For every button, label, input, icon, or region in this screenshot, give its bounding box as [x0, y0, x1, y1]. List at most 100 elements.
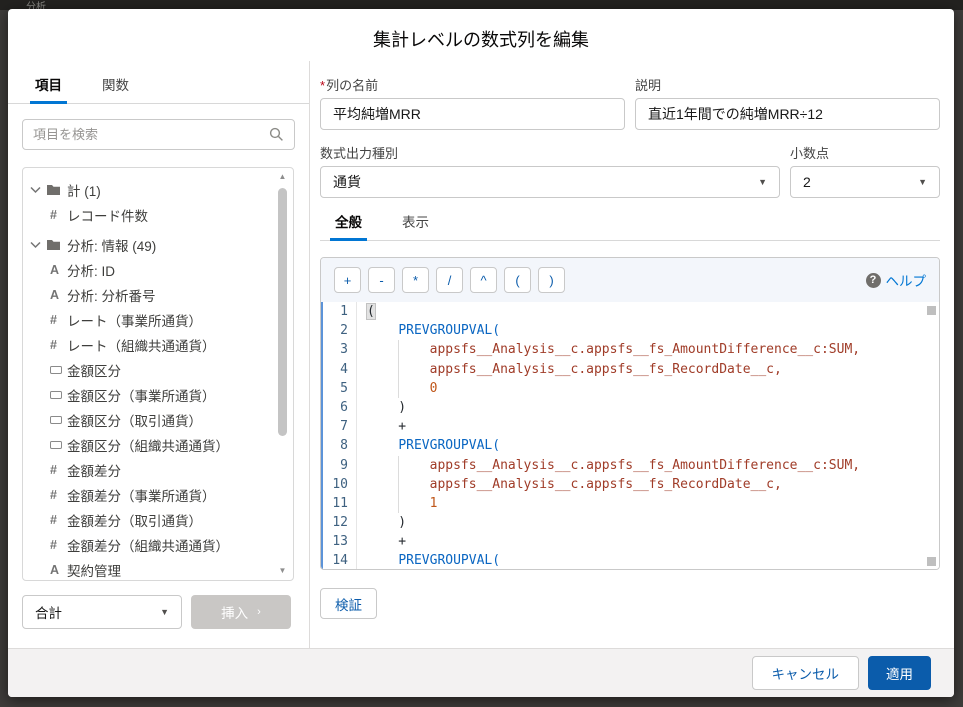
number-field-icon: #: [50, 462, 57, 477]
insert-controls: 合計 ▼ 挿入 ›: [22, 595, 291, 629]
tree-scrollbar-thumb[interactable]: [278, 188, 287, 436]
tree-field-item[interactable]: 金額区分（事業所通貨）: [23, 382, 293, 407]
column-name-input[interactable]: [320, 98, 625, 130]
help-link[interactable]: ? ヘルプ: [865, 270, 926, 290]
edit-formula-column-modal: 集計レベルの数式列を編集 項目 関数 計 (1) # レコード件数分析: 情報 (4…: [8, 9, 954, 697]
modal-header: 集計レベルの数式列を編集: [8, 9, 954, 61]
tree-item-label: 金額差分（組織共通通貨）: [67, 538, 229, 554]
cancel-button[interactable]: キャンセル: [751, 656, 859, 690]
operator-button[interactable]: (: [504, 267, 531, 293]
indent-guide: [398, 378, 400, 398]
chevron-down-icon: ▼: [160, 607, 169, 617]
decimal-label: 小数点: [790, 146, 830, 161]
code-line: 13 +: [321, 532, 939, 552]
line-number: 14: [321, 551, 357, 569]
help-icon: ?: [865, 272, 881, 288]
modal-body: 項目 関数 計 (1) # レコード件数分析: 情報 (49) A 分析: ID A 分析:…: [8, 61, 954, 648]
tree-folder[interactable]: 分析: 情報 (49): [23, 232, 293, 257]
apply-button[interactable]: 適用: [868, 656, 931, 690]
output-type-select[interactable]: 通貨 ▼: [320, 166, 780, 198]
tree-item-label: 分析: 情報 (49): [67, 238, 157, 254]
chevron-down-icon: ▼: [758, 177, 767, 187]
tab-general[interactable]: 全般: [330, 211, 367, 241]
formula-code-area[interactable]: 1(2 PREVGROUPVAL(3 appsfs__Analysis__c.a…: [321, 302, 939, 569]
tree-item-label: 契約管理: [67, 563, 121, 579]
field-search-input[interactable]: [33, 127, 269, 142]
column-name-label: *列の名前: [320, 78, 379, 93]
chevron-right-icon: ›: [257, 606, 261, 618]
tree-field-item[interactable]: 金額区分: [23, 357, 293, 382]
description-field: 説明: [635, 75, 940, 130]
tree-item-label: 金額区分（取引通貨）: [67, 413, 202, 429]
line-number: 8: [321, 436, 357, 456]
picklist-field-icon: [50, 415, 62, 424]
insert-button-label: 挿入: [221, 606, 249, 621]
tree-item-label: 計 (1): [67, 183, 101, 199]
tree-field-item[interactable]: # レート（事業所通貨）: [23, 307, 293, 332]
tree-field-item[interactable]: # レコード件数: [23, 202, 293, 227]
tree-item-label: 分析: ID: [67, 263, 116, 279]
output-type-label: 数式出力種別: [320, 146, 399, 161]
decimal-value: 2: [803, 174, 811, 190]
chevron-down-icon: [30, 241, 41, 248]
line-number: 5: [321, 378, 357, 398]
search-icon: [269, 127, 283, 141]
operator-button[interactable]: ): [538, 267, 565, 293]
field-search-box: [22, 119, 295, 150]
modal-title: 集計レベルの数式列を編集: [373, 30, 589, 50]
tree-field-item[interactable]: A 分析: 分析番号: [23, 282, 293, 307]
field-tree: 計 (1) # レコード件数 分析: 情報 (49) A 分析: ID A 分析: 分析番号 #…: [22, 167, 294, 581]
number-field-icon: #: [50, 487, 57, 502]
line-number: 10: [321, 474, 357, 494]
tree-field-item[interactable]: # 金額差分: [23, 457, 293, 482]
tree-field-item[interactable]: # 金額差分（組織共通通貨）: [23, 532, 293, 557]
tree-item-label: レコード件数: [67, 208, 148, 224]
line-number: 12: [321, 513, 357, 533]
required-asterisk: *: [320, 78, 326, 93]
scroll-up-icon[interactable]: ▲: [277, 173, 288, 181]
fields-panel: 項目 関数 計 (1) # レコード件数分析: 情報 (49) A 分析: ID A 分析:…: [8, 61, 310, 648]
formula-editor[interactable]: + - * / ^ () ? ヘルプ 1(2 PREVGROUPVAL(3 appsfs_…: [320, 257, 940, 570]
description-input[interactable]: [635, 98, 940, 130]
code-line: 14 PREVGROUPVAL(: [321, 551, 939, 569]
output-type-value: 通貨: [333, 174, 361, 190]
tree-item-label: 金額差分（事業所通貨）: [67, 488, 216, 504]
tree-field-item[interactable]: A 契約管理: [23, 557, 293, 580]
number-field-icon: #: [50, 207, 57, 222]
editor-hscrollbar-thumb[interactable]: [927, 557, 936, 566]
validate-button[interactable]: 検証: [320, 588, 377, 619]
operator-button[interactable]: +: [334, 267, 361, 293]
line-number: 4: [321, 359, 357, 379]
tree-field-item[interactable]: 金額区分（取引通貨）: [23, 407, 293, 432]
operator-button[interactable]: *: [402, 267, 429, 293]
tree-field-item[interactable]: # レート（組織共通通貨）: [23, 332, 293, 357]
picklist-field-icon: [50, 390, 62, 399]
tree-field-item[interactable]: A 分析: ID: [23, 257, 293, 282]
tab-fields[interactable]: 項目: [30, 74, 67, 104]
decimal-select[interactable]: 2 ▼: [790, 166, 940, 198]
tree-field-item[interactable]: 金額区分（組織共通通貨）: [23, 432, 293, 457]
chevron-down-icon: [30, 186, 41, 193]
tree-folder[interactable]: 計 (1): [23, 177, 293, 202]
general-display-tabs: 全般 表示: [320, 211, 940, 241]
operator-button[interactable]: ^: [470, 267, 497, 293]
operator-button[interactable]: -: [368, 267, 395, 293]
tab-display[interactable]: 表示: [397, 211, 434, 240]
aggregation-select-value: 合計: [35, 606, 62, 621]
insert-button[interactable]: 挿入 ›: [191, 595, 291, 629]
tree-field-item[interactable]: # 金額差分（事業所通貨）: [23, 482, 293, 507]
scroll-down-icon[interactable]: ▼: [277, 567, 288, 575]
formula-toolbar: + - * / ^ () ? ヘルプ: [321, 258, 939, 302]
tree-item-label: 金額区分（組織共通通貨）: [67, 438, 229, 454]
tree-field-item[interactable]: # 金額差分（取引通貨）: [23, 507, 293, 532]
code-line: 9 appsfs__Analysis__c.appsfs__fs_AmountD…: [321, 455, 939, 475]
aggregation-select[interactable]: 合計 ▼: [22, 595, 182, 629]
tab-functions[interactable]: 関数: [97, 74, 134, 103]
editor-vscrollbar-thumb[interactable]: [927, 306, 936, 315]
operator-button[interactable]: /: [436, 267, 463, 293]
line-number: 2: [321, 321, 357, 341]
code-line: 5 0: [321, 378, 939, 398]
line-number: 13: [321, 532, 357, 552]
code-line: 6 ): [321, 397, 939, 418]
line-number: 7: [321, 417, 357, 437]
